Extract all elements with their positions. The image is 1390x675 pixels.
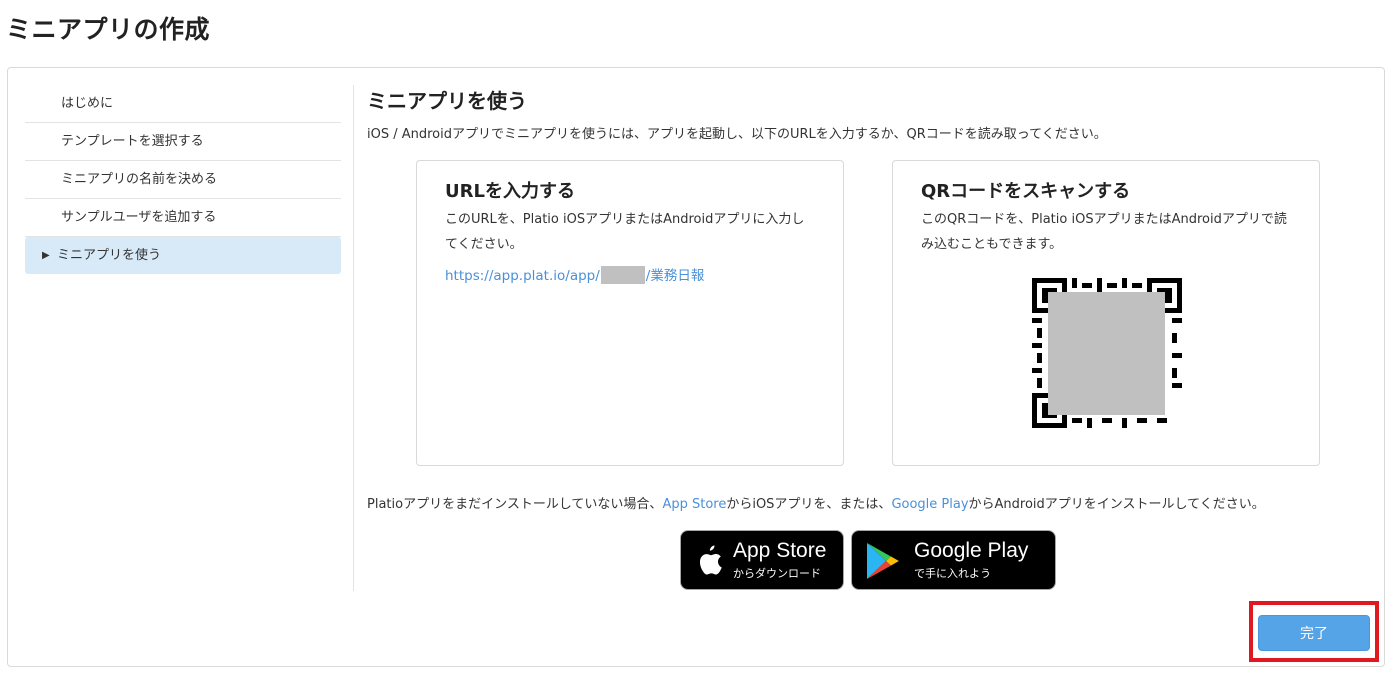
qr-card-description: このQRコードを、Platio iOSアプリまたはAndroidアプリで読み込む… <box>921 212 1287 252</box>
google-play-badge[interactable]: Google Play で手に入れよう <box>851 530 1056 590</box>
url-card-title: URLを入力する <box>445 181 575 202</box>
wizard-steps-sidebar: はじめに テンプレートを選択する ミニアプリの名前を決める サンプルユーザを追加… <box>25 85 341 274</box>
redacted-url-segment <box>600 266 645 284</box>
google-play-link[interactable]: Google Play <box>891 497 968 512</box>
apple-icon <box>699 545 722 575</box>
sidebar-item-intro[interactable]: はじめに <box>25 85 341 123</box>
wizard-panel: はじめに テンプレートを選択する ミニアプリの名前を決める サンプルユーザを追加… <box>7 67 1385 667</box>
app-store-badge-subtitle: からダウンロード <box>733 567 821 580</box>
url-prefix: https://app.plat.io/app/ <box>445 268 600 284</box>
app-store-badge-title: App Store <box>733 539 827 562</box>
qr-card-title: QRコードをスキャンする <box>921 181 1131 202</box>
google-play-badge-subtitle: で手に入れよう <box>914 567 991 580</box>
section-title: ミニアプリを使う <box>367 89 527 113</box>
url-suffix: /業務日報 <box>645 268 705 284</box>
sidebar-item-label: ミニアプリの名前を決める <box>61 172 218 187</box>
install-instructions: Platioアプリをまだインストールしていない場合、App StoreからiOS… <box>367 493 1265 512</box>
sidebar-divider <box>353 85 354 591</box>
sidebar-item-add-sample-user[interactable]: サンプルユーザを追加する <box>25 199 341 237</box>
sidebar-item-label: テンプレートを選択する <box>61 134 204 149</box>
install-text-part: からAndroidアプリをインストールしてください。 <box>968 497 1265 512</box>
url-card: URLを入力する このURLを、Platio iOSアプリまたはAndroidア… <box>416 160 844 466</box>
section-description: iOS / Androidアプリでミニアプリを使うには、アプリを起動し、以下のU… <box>367 127 1107 142</box>
url-card-description: このURLを、Platio iOSアプリまたはAndroidアプリに入力してくだ… <box>445 212 805 252</box>
qr-code-image <box>1032 278 1182 428</box>
sidebar-item-label: サンプルユーザを追加する <box>61 210 217 225</box>
sidebar-item-label: ミニアプリを使う <box>57 248 162 263</box>
app-store-link[interactable]: App Store <box>662 497 726 512</box>
caret-right-icon: ▶ <box>42 250 50 261</box>
google-play-icon <box>867 543 899 579</box>
sidebar-item-select-template[interactable]: テンプレートを選択する <box>25 123 341 161</box>
app-store-badge[interactable]: App Store からダウンロード <box>680 530 844 590</box>
sidebar-item-name-app[interactable]: ミニアプリの名前を決める <box>25 161 341 199</box>
done-button[interactable]: 完了 <box>1258 615 1370 651</box>
sidebar-item-use-app[interactable]: ▶ ミニアプリを使う <box>25 237 341 274</box>
app-url-link[interactable]: https://app.plat.io/app/ /業務日報 <box>445 264 704 284</box>
install-text-part: からiOSアプリを、または、 <box>726 497 892 512</box>
sidebar-item-label: はじめに <box>61 96 114 111</box>
google-play-badge-title: Google Play <box>914 539 1029 562</box>
page-title: ミニアプリの作成 <box>6 15 211 44</box>
install-text-part: Platioアプリをまだインストールしていない場合、 <box>367 497 663 512</box>
qr-card: QRコードをスキャンする このQRコードを、Platio iOSアプリまたはAn… <box>892 160 1320 466</box>
